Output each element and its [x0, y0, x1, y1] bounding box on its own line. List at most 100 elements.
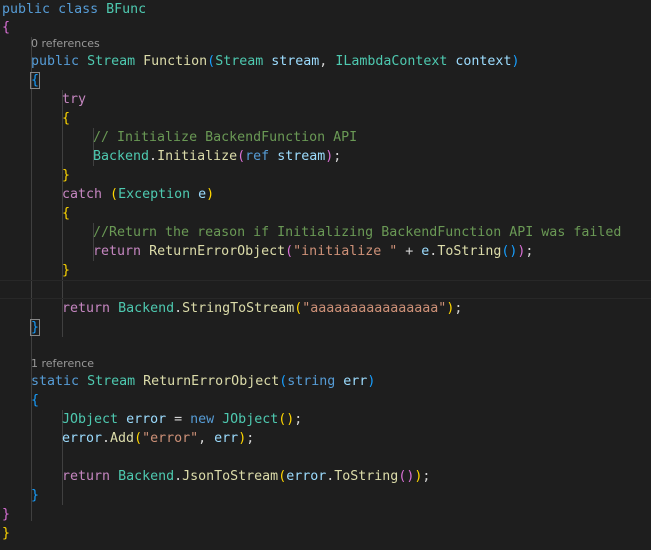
code-token: error [286, 469, 327, 484]
code-token: Initialize [157, 149, 238, 164]
current-line-highlight [0, 280, 651, 299]
code-token: ; [454, 301, 463, 316]
code-token: ( [237, 149, 246, 164]
code-token: Backend [93, 149, 150, 164]
code-token: err [214, 431, 239, 446]
code-token: JObject [222, 412, 279, 427]
code-token: { [29, 72, 41, 89]
code-token: Stream [87, 374, 136, 389]
code-token: ; [246, 431, 255, 446]
code-token: catch [62, 187, 103, 202]
code-token: ; [294, 412, 303, 427]
code-line[interactable]: { [2, 18, 10, 37]
code-token: "aaaaaaaaaaaaaaaa" [302, 301, 447, 316]
code-token: static [31, 374, 80, 389]
code-token: } [62, 168, 71, 183]
code-token: . [174, 301, 183, 316]
code-token: Function [143, 54, 208, 69]
code-token: ) [367, 374, 376, 389]
code-token: } [31, 488, 40, 503]
code-token: } [2, 507, 11, 522]
code-line[interactable]: catch (Exception e) [62, 185, 214, 204]
code-token: () [398, 469, 415, 484]
code-token: . [102, 431, 111, 446]
code-line[interactable]: public class BFunc [2, 0, 146, 19]
code-token: Add [110, 431, 135, 446]
code-line[interactable]: JObject error = new JObject(); [62, 410, 302, 429]
code-token: return [62, 469, 111, 484]
code-token: public [2, 2, 51, 17]
code-token: Stream [215, 54, 264, 69]
code-line[interactable]: try [62, 90, 86, 109]
code-line[interactable]: // Initialize BackendFunction API [93, 128, 357, 147]
code-line[interactable]: Backend.Initialize(ref stream); [93, 147, 341, 166]
code-token: error [126, 412, 167, 427]
code-line[interactable]: return Backend.JsonToStream(error.ToStri… [62, 467, 430, 486]
code-token: stream [277, 149, 326, 164]
code-token: } [62, 263, 71, 278]
code-line[interactable]: { [31, 391, 39, 410]
code-token: + [397, 244, 422, 259]
code-token: class [58, 2, 99, 17]
code-token: { [62, 206, 71, 221]
code-token: ToString [334, 469, 399, 484]
codelens-references[interactable]: 1 reference [31, 356, 94, 372]
code-token: ToString [437, 244, 502, 259]
code-token: ( [134, 431, 143, 446]
code-token: } [29, 319, 41, 336]
code-token: Stream [87, 54, 136, 69]
code-editor[interactable]: public class BFunc{0 references public St… [0, 0, 651, 550]
code-token: context [455, 54, 512, 69]
code-line[interactable]: static Stream ReturnErrorObject(string e… [31, 372, 375, 391]
code-line[interactable]: { [29, 71, 41, 90]
code-token: ( [285, 244, 294, 259]
code-token: ( [207, 54, 216, 69]
code-token: , [198, 431, 215, 446]
code-token: ) [511, 54, 520, 69]
code-token: return [93, 244, 142, 259]
code-token: ) [206, 187, 215, 202]
code-token: e [198, 187, 207, 202]
code-line[interactable]: return Backend.StringToStream("aaaaaaaaa… [62, 299, 462, 318]
code-line[interactable]: } [2, 505, 10, 524]
codelens-references[interactable]: 0 references [31, 36, 100, 52]
code-line[interactable]: //Return the reason if Initializing Back… [93, 223, 621, 242]
code-token: () [501, 244, 518, 259]
code-token: ; [333, 149, 342, 164]
code-token: ref [245, 149, 270, 164]
code-line[interactable]: public Stream Function(Stream stream, IL… [31, 52, 519, 71]
code-line[interactable]: } [31, 486, 39, 505]
code-line[interactable]: error.Add("error", err); [62, 429, 254, 448]
code-token: ( [110, 187, 119, 202]
code-line[interactable]: { [62, 109, 70, 128]
code-line[interactable]: } [2, 524, 10, 543]
code-token: error [62, 431, 103, 446]
code-token: JsonToStream [182, 469, 279, 484]
indent-guide [31, 37, 32, 521]
code-token: . [174, 469, 183, 484]
code-token: err [343, 374, 368, 389]
code-line[interactable]: } [62, 261, 70, 280]
code-token: return [62, 301, 111, 316]
code-line[interactable]: return ReturnErrorObject("initialize " +… [93, 242, 533, 261]
code-token: = [166, 412, 191, 427]
code-token: public [31, 54, 80, 69]
code-token: "error" [142, 431, 199, 446]
code-token: new [190, 412, 215, 427]
code-token: { [2, 20, 11, 35]
code-line[interactable]: { [62, 204, 70, 223]
code-token: ) [238, 431, 247, 446]
code-line[interactable]: } [62, 166, 70, 185]
code-line[interactable]: } [29, 318, 41, 337]
